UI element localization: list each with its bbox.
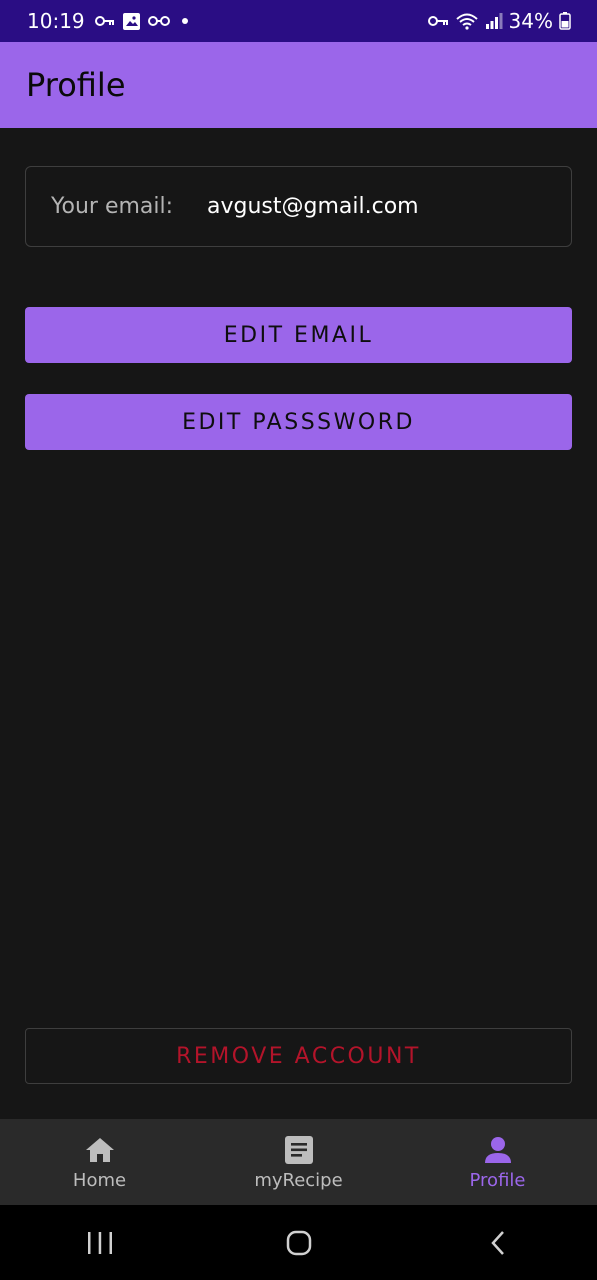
email-value: avgust@gmail.com — [207, 194, 419, 219]
bottom-navigation: Home myRecipe Profile — [0, 1119, 597, 1205]
document-icon — [284, 1134, 314, 1166]
app-bar: Profile — [0, 42, 597, 128]
home-icon — [84, 1134, 116, 1166]
signal-icon — [485, 13, 503, 29]
key-icon — [94, 16, 114, 26]
battery-icon — [559, 12, 571, 30]
status-bar: 10:19 34% — [0, 0, 597, 42]
nav-item-profile[interactable]: Profile — [398, 1119, 597, 1205]
status-notification-icons — [94, 12, 192, 30]
status-system-icons: 34% — [427, 9, 571, 33]
system-navigation-bar — [0, 1205, 597, 1280]
edit-password-button[interactable]: EDIT PASSSWORD — [25, 394, 572, 450]
person-icon — [483, 1134, 513, 1166]
glasses-icon — [147, 16, 170, 26]
recents-icon[interactable] — [70, 1213, 130, 1273]
nav-label-myrecipe: myRecipe — [254, 1169, 343, 1191]
home-circle-icon[interactable] — [269, 1213, 329, 1273]
image-icon — [122, 12, 140, 30]
status-time: 10:19 — [27, 9, 85, 33]
nav-item-myrecipe[interactable]: myRecipe — [199, 1119, 398, 1205]
remove-account-button[interactable]: REMOVE ACCOUNT — [25, 1028, 572, 1084]
edit-email-button[interactable]: EDIT EMAIL — [25, 307, 572, 363]
nav-label-profile: Profile — [469, 1169, 526, 1191]
wifi-icon — [455, 13, 478, 30]
vpn-key-icon — [427, 16, 448, 26]
battery-percentage: 34% — [508, 9, 553, 33]
nav-label-home: Home — [72, 1169, 127, 1191]
email-label: Your email: — [51, 194, 174, 219]
back-icon[interactable] — [468, 1213, 528, 1273]
dot-icon — [181, 18, 188, 24]
email-card: Your email: avgust@gmail.com — [25, 166, 572, 247]
page-title: Profile — [26, 66, 126, 104]
nav-item-home[interactable]: Home — [0, 1119, 199, 1205]
